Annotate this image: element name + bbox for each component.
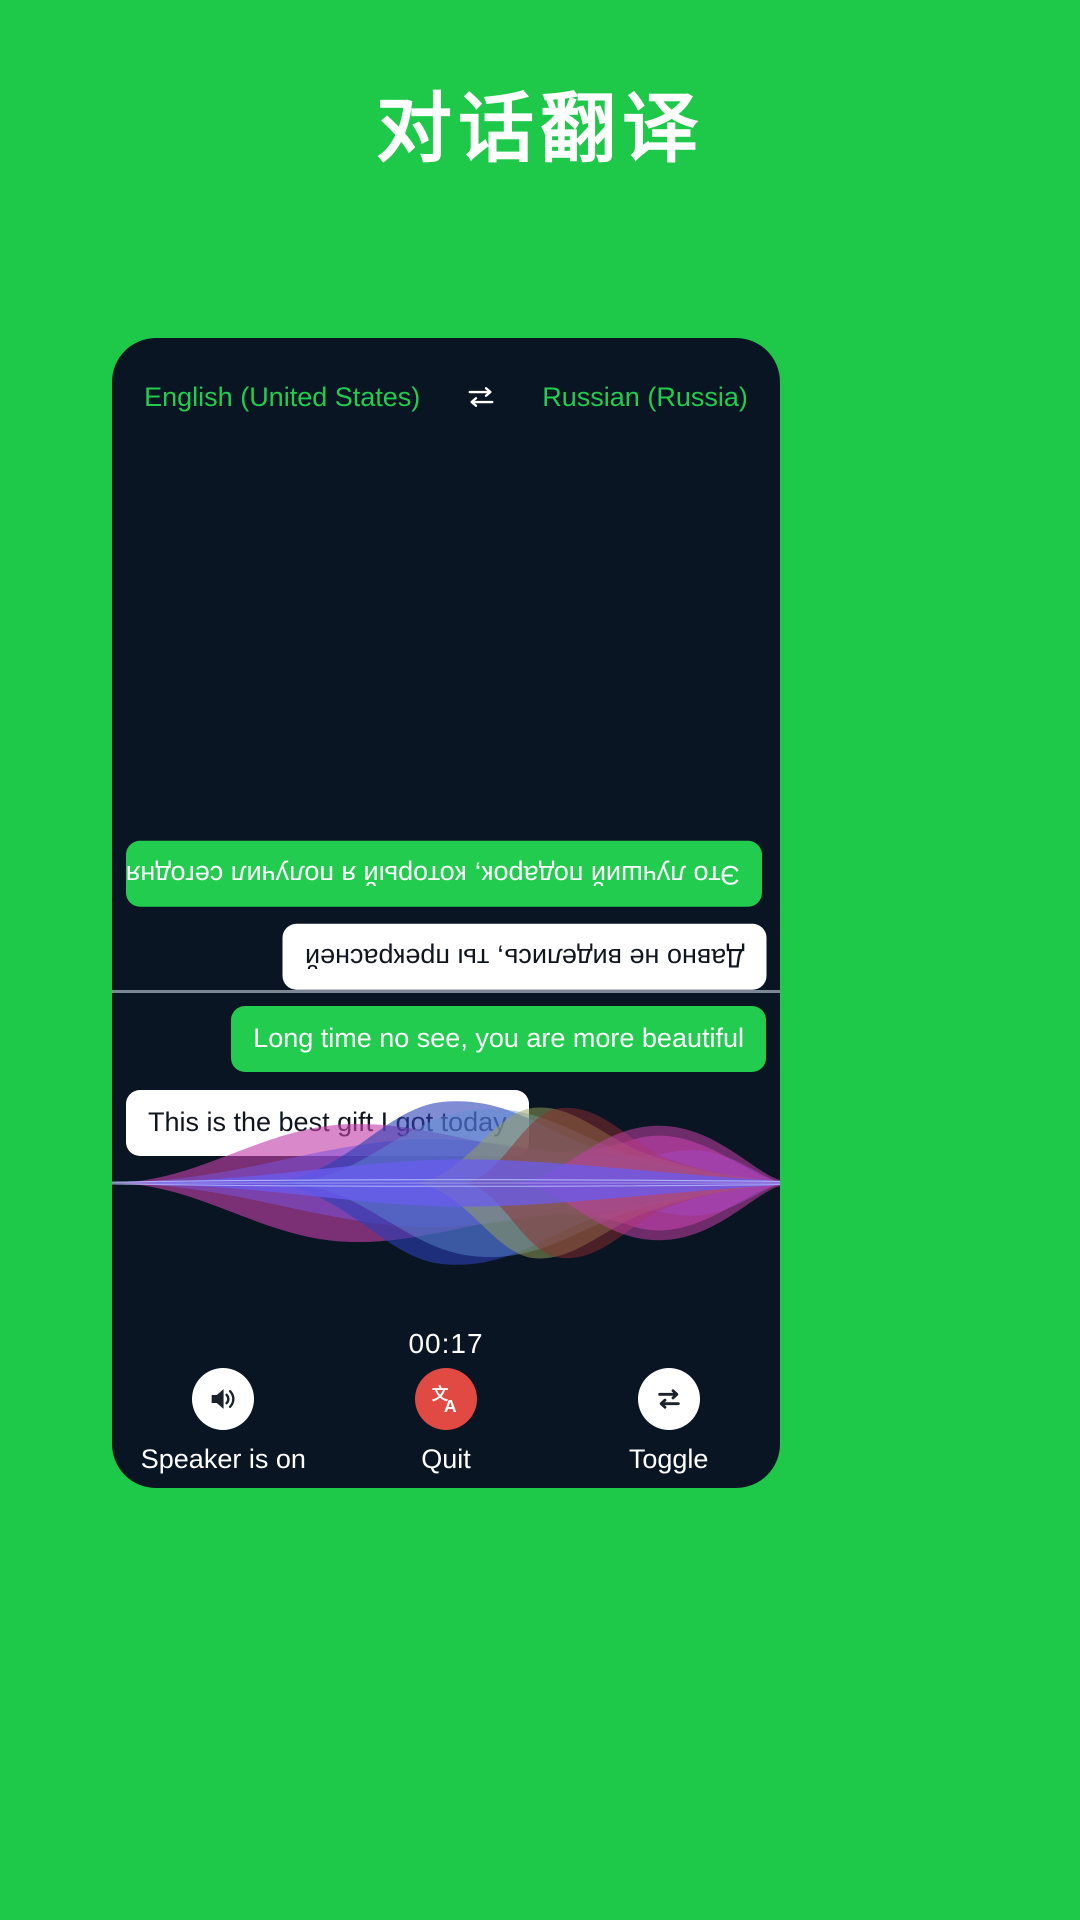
pane-divider <box>112 990 780 993</box>
speaker-button-label: Speaker is on <box>140 1444 306 1474</box>
control-bar: Speaker is on 文 A Quit Toggle <box>112 1368 780 1475</box>
speaker-on-icon <box>192 1368 255 1430</box>
message-bubble[interactable]: Long time no see, you are more beautiful <box>231 1006 766 1072</box>
quit-button-label: Quit <box>421 1444 471 1474</box>
toggle-button-label: Toggle <box>628 1444 709 1474</box>
translation-card: English (United States) Russian (Russia)… <box>112 338 780 1488</box>
language-bar: English (United States) Russian (Russia) <box>112 380 780 414</box>
repeat-swap-icon <box>637 1368 700 1430</box>
target-language-label[interactable]: Russian (Russia) <box>542 382 748 413</box>
recording-timer: 00:17 <box>408 1328 484 1359</box>
message-bubble[interactable]: Давно не виделись, ты прекрасней <box>282 924 766 990</box>
message-bubble[interactable]: Это лучший подарок, который я получил се… <box>126 840 762 907</box>
audio-waveform-visualizer <box>112 1078 780 1288</box>
page-title: 对话翻译 <box>376 87 704 172</box>
quit-button[interactable]: 文 A Quit <box>348 1368 544 1475</box>
toggle-button[interactable]: Toggle <box>571 1368 767 1475</box>
source-language-label[interactable]: English (United States) <box>144 382 420 413</box>
foreign-conversation-pane: Это лучший подарок, который я получил се… <box>112 434 780 990</box>
svg-text:A: A <box>444 1396 457 1416</box>
speaker-button[interactable]: Speaker is on <box>125 1368 321 1475</box>
swap-horizontal-icon[interactable] <box>464 380 498 414</box>
translate-icon: 文 A <box>414 1368 477 1430</box>
foreign-bubble-list: Это лучший подарок, который я получил се… <box>112 840 780 990</box>
